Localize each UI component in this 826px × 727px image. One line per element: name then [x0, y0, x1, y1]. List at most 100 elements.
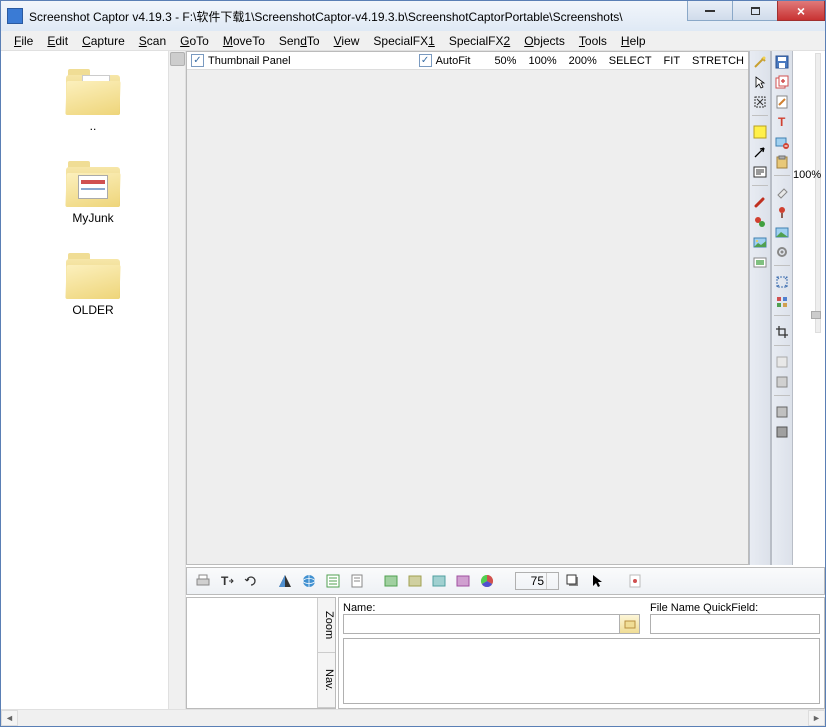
contrast-icon[interactable]	[275, 571, 295, 591]
menu-scan[interactable]: Scan	[132, 32, 173, 50]
menu-sendto[interactable]: SendTo	[272, 32, 327, 50]
scroll-left-icon[interactable]: ◄	[1, 710, 18, 726]
copy-plus-icon[interactable]	[773, 73, 791, 91]
eraser-icon[interactable]	[773, 183, 791, 201]
image-overlay-icon[interactable]	[751, 233, 769, 251]
nav-tab[interactable]: Nav.	[318, 653, 335, 708]
pin-icon[interactable]	[773, 203, 791, 221]
img1-icon[interactable]	[381, 571, 401, 591]
menu-goto[interactable]: GoTo	[173, 32, 216, 50]
image-canvas[interactable]	[187, 70, 748, 564]
clipboard-icon[interactable]	[773, 153, 791, 171]
border-light-icon[interactable]	[773, 353, 791, 371]
save-icon[interactable]	[773, 53, 791, 71]
border-solid-icon[interactable]	[773, 423, 791, 441]
draw-toolbar	[749, 51, 771, 565]
img3-icon[interactable]	[429, 571, 449, 591]
brush-icon[interactable]	[751, 193, 769, 211]
shadow-icon[interactable]	[563, 571, 583, 591]
svg-text:T: T	[778, 115, 786, 129]
cursor-icon[interactable]	[751, 73, 769, 91]
folder-parent[interactable]: ..	[64, 69, 122, 133]
zoom-50-button[interactable]: 50%	[490, 55, 520, 67]
color-wheel-icon[interactable]	[477, 571, 497, 591]
app-icon	[7, 8, 23, 24]
name-label: Name:	[343, 602, 640, 614]
text-tool-icon[interactable]: T	[773, 113, 791, 131]
opacity-input[interactable]: 75	[515, 572, 559, 590]
thumbnail-panel-label: Thumbnail Panel	[208, 55, 291, 67]
canvas-area: ✓ Thumbnail Panel ✓ AutoFit 50% 100% 200…	[186, 51, 749, 565]
bottom-scrollbar[interactable]: ◄ ►	[1, 709, 825, 726]
menu-moveto[interactable]: MoveTo	[216, 32, 272, 50]
fit-screen-icon[interactable]	[773, 273, 791, 291]
crop-icon[interactable]	[773, 323, 791, 341]
maximize-button[interactable]	[732, 1, 778, 21]
list-icon[interactable]	[323, 571, 343, 591]
gear-icon[interactable]	[773, 243, 791, 261]
menu-edit[interactable]: Edit	[40, 32, 75, 50]
description-textarea[interactable]	[343, 638, 820, 704]
page-mark-icon[interactable]	[625, 571, 645, 591]
menu-file[interactable]: File	[7, 32, 40, 50]
border-dark-icon[interactable]	[773, 403, 791, 421]
menu-bar: File Edit Capture Scan GoTo MoveTo SendT…	[1, 31, 825, 51]
file-toolbar: T	[771, 51, 793, 565]
close-button[interactable]: ×	[777, 1, 825, 21]
zoom-slider[interactable]	[815, 53, 821, 333]
title-bar: Screenshot Captor v4.19.3 - F:\软件下载1\Scr…	[1, 1, 825, 31]
arrow-tool-icon[interactable]	[751, 143, 769, 161]
cursor-black-icon[interactable]	[587, 571, 607, 591]
zoom-200-button[interactable]: 200%	[565, 55, 601, 67]
color-swatch-icon[interactable]	[751, 123, 769, 141]
thumbnail-icon[interactable]	[773, 223, 791, 241]
delete-image-icon[interactable]	[773, 133, 791, 151]
picture-icon[interactable]	[751, 253, 769, 271]
minimize-button[interactable]	[687, 1, 733, 21]
zoom-slider-thumb[interactable]	[811, 311, 821, 319]
autofit-label: AutoFit	[436, 55, 471, 67]
menu-specialfx1[interactable]: SpecialFX1	[366, 32, 441, 50]
folder-older[interactable]: OLDER	[64, 253, 122, 317]
name-input-browse-button[interactable]	[620, 614, 640, 634]
zoom-tab[interactable]: Zoom	[318, 598, 335, 653]
border-med-icon[interactable]	[773, 373, 791, 391]
scroll-right-icon[interactable]: ►	[808, 710, 825, 726]
shapes-icon[interactable]	[751, 213, 769, 231]
select-x-icon[interactable]	[751, 93, 769, 111]
globe-icon[interactable]	[299, 571, 319, 591]
menu-tools[interactable]: Tools	[572, 32, 614, 50]
thumbnail-panel-checkbox[interactable]: ✓	[191, 54, 204, 67]
menu-capture[interactable]: Capture	[75, 32, 132, 50]
app-window: Screenshot Captor v4.19.3 - F:\软件下载1\Scr…	[0, 0, 826, 727]
folder-scrollbar[interactable]	[168, 51, 185, 709]
name-panel: Name: File Name QuickField:	[338, 597, 825, 709]
autofit-checkbox[interactable]: ✓	[419, 54, 432, 67]
zoom-fit-button[interactable]: FIT	[660, 55, 685, 67]
canvas-top-bar: ✓ Thumbnail Panel ✓ AutoFit 50% 100% 200…	[187, 52, 748, 70]
text-out-icon[interactable]: T	[217, 571, 237, 591]
edit-page-icon[interactable]	[773, 93, 791, 111]
svg-text:T: T	[221, 574, 229, 588]
img4-icon[interactable]	[453, 571, 473, 591]
menu-objects[interactable]: Objects	[517, 32, 572, 50]
zoom-select-button[interactable]: SELECT	[605, 55, 656, 67]
grid-icon[interactable]	[773, 293, 791, 311]
print-icon[interactable]	[193, 571, 213, 591]
quickfield-input[interactable]	[650, 614, 820, 634]
zoom-100-button[interactable]: 100%	[524, 55, 560, 67]
wand-icon[interactable]	[751, 53, 769, 71]
menu-specialfx2[interactable]: SpecialFX2	[442, 32, 517, 50]
text-box-icon[interactable]	[751, 163, 769, 181]
rotate-icon[interactable]	[241, 571, 261, 591]
name-input[interactable]	[343, 614, 620, 634]
img2-icon[interactable]	[405, 571, 425, 591]
folder-panel: .. MyJunk OLDER	[1, 51, 186, 709]
zoom-nav-panel: Zoom Nav.	[186, 597, 336, 709]
doc-icon[interactable]	[347, 571, 367, 591]
menu-help[interactable]: Help	[614, 32, 653, 50]
quickfield-label: File Name QuickField:	[650, 602, 820, 614]
folder-myjunk[interactable]: MyJunk	[64, 161, 122, 225]
menu-view[interactable]: View	[327, 32, 367, 50]
zoom-stretch-button[interactable]: STRETCH	[688, 55, 748, 67]
